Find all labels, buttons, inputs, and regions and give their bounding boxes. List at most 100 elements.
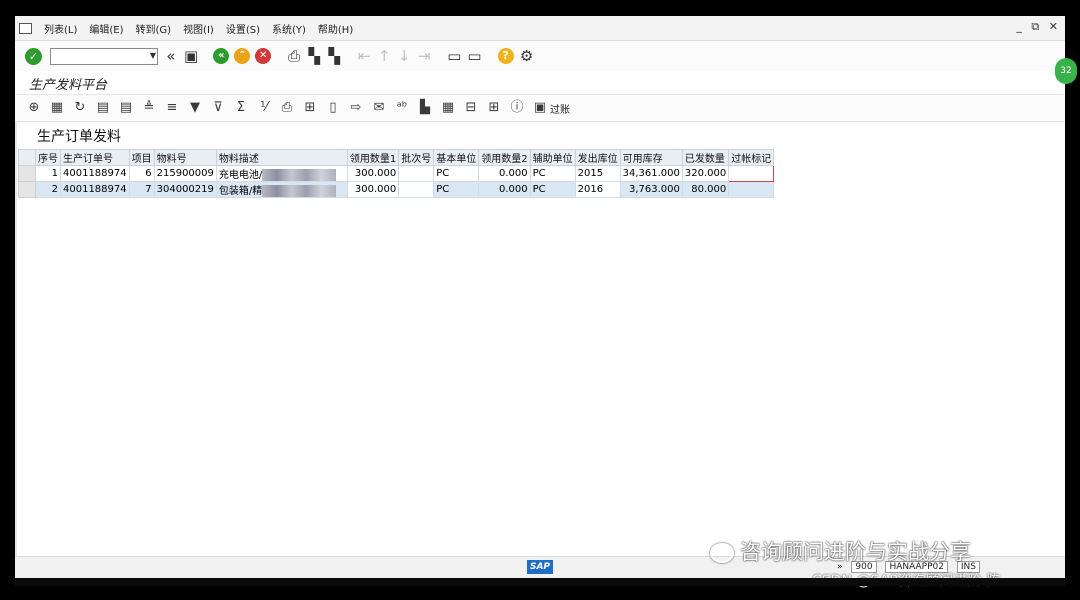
col-header[interactable]: 物料号	[153, 149, 217, 166]
cell-batch-input[interactable]	[398, 181, 435, 198]
local-file-icon[interactable]: ⇨	[349, 99, 363, 117]
refresh-icon[interactable]: ↻	[73, 99, 87, 117]
col-header[interactable]: 领用数量1	[346, 149, 400, 166]
enter-icon[interactable]: ✓	[25, 47, 42, 65]
graphic-icon[interactable]: ▙	[418, 99, 432, 117]
col-header[interactable]: 过帐标记	[728, 149, 775, 166]
cell-desc: 充电电池/	[215, 165, 348, 182]
standard-toolbar: ✓ ▼ « ▣ « ⌃ ✕ ⎙ ▚ ▚ ⇤ ↑ ↓ ⇥ ▭ ▭ ? ⚙	[15, 41, 1065, 71]
sort-ascending-icon[interactable]: ≜	[142, 99, 156, 117]
details-icon[interactable]: ⊕	[27, 99, 41, 117]
command-dropdown-icon[interactable]: ▼	[150, 50, 156, 62]
command-field[interactable]: ▼	[50, 47, 158, 65]
sort-descending-icon[interactable]: ≡	[165, 99, 179, 117]
next-page-icon: ↓	[397, 47, 411, 65]
col-header[interactable]: 物料描述	[215, 149, 348, 166]
table-row[interactable]: 2 4001188974 7 304000219 包装箱/精 300.000 P…	[18, 181, 775, 198]
system-menu-icon[interactable]	[19, 22, 32, 34]
find-next-icon[interactable]: ▚	[327, 47, 341, 65]
row-selector[interactable]	[18, 165, 36, 182]
back-double-icon[interactable]: «	[164, 47, 178, 65]
list-title: 生产订单发料	[37, 129, 121, 145]
window-controls[interactable]: _ ⧉ ✕	[1016, 20, 1061, 34]
col-header[interactable]: 项目	[128, 149, 155, 166]
menu-bar: 列表(L) 编辑(E) 转到(G) 视图(I) 设置(S) 系统(Y) 帮助(H…	[15, 16, 1065, 41]
col-header[interactable]: 已发数量	[681, 149, 730, 166]
col-header[interactable]: 批次号	[398, 149, 435, 166]
new-session-icon[interactable]: ▭	[447, 47, 461, 65]
shortcut-icon[interactable]: ▭	[467, 47, 481, 65]
sum-icon[interactable]: Σ	[234, 99, 248, 117]
cell-qty2: 0.000	[478, 165, 531, 182]
menu-goto[interactable]: 转到(G)	[136, 21, 172, 36]
cell-post-mark[interactable]	[728, 181, 775, 198]
last-page-icon: ⇥	[417, 47, 431, 65]
print-preview-icon[interactable]: ⎙	[280, 99, 294, 117]
save-layout-icon[interactable]: ⊞	[487, 99, 501, 117]
select-layout-icon[interactable]: ⊟	[464, 99, 478, 117]
save-icon[interactable]: ▣	[184, 47, 198, 65]
cell-order: 4001188974	[60, 181, 130, 198]
col-header[interactable]: 领用数量2	[478, 149, 531, 166]
col-header[interactable]: 辅助单位	[529, 149, 576, 166]
prev-page-icon: ↑	[377, 47, 391, 65]
select-all-icon[interactable]: ▤	[96, 99, 110, 117]
menu-view[interactable]: 视图(I)	[183, 21, 214, 36]
col-header[interactable]: 序号	[35, 149, 61, 166]
mail-icon[interactable]: ✉	[372, 99, 386, 117]
cell-desc: 包装箱/精	[215, 181, 348, 198]
notification-badge[interactable]: 32	[1055, 58, 1077, 84]
word-processing-icon[interactable]: ▯	[326, 99, 340, 117]
col-header[interactable]: 基本单位	[433, 149, 480, 166]
menu-system[interactable]: 系统(Y)	[272, 21, 306, 36]
filter-delete-icon[interactable]: ⊽	[211, 99, 225, 117]
row-selector[interactable]	[18, 181, 36, 198]
cell-seq: 1	[35, 165, 61, 182]
info-icon[interactable]: ⓘ	[510, 99, 524, 117]
col-header[interactable]: 发出库位	[574, 149, 621, 166]
print-icon[interactable]: ⎙	[287, 47, 301, 65]
taskbar	[15, 578, 1065, 586]
cell-qty1-input[interactable]: 300.000	[346, 165, 400, 182]
cell-storage-input[interactable]: 2015	[574, 165, 621, 182]
sap-logo: SAP	[527, 560, 553, 574]
help-icon[interactable]: ?	[497, 48, 514, 64]
back-icon[interactable]: «	[213, 48, 230, 64]
deselect-all-icon[interactable]: ▤	[119, 99, 133, 117]
redacted-text	[262, 185, 337, 197]
find-icon[interactable]: ▚	[307, 47, 321, 65]
col-header[interactable]: 可用库存	[619, 149, 683, 166]
menu-help[interactable]: 帮助(H)	[318, 21, 353, 36]
filter-icon[interactable]: ▼	[188, 99, 202, 117]
cell-item: 6	[128, 165, 155, 182]
settings-icon[interactable]: ⚙	[520, 47, 534, 65]
cancel-icon[interactable]: ✕	[255, 48, 272, 64]
menu-settings[interactable]: 设置(S)	[226, 21, 260, 36]
cell-issued: 320.000	[681, 165, 730, 182]
watermark: 咨询顾问进阶与实战分享	[710, 536, 971, 566]
first-page-icon: ⇤	[357, 47, 371, 65]
table-row[interactable]: 1 4001188974 6 215900009 充电电池/ 300.000 P…	[18, 165, 775, 182]
post-button-label[interactable]: 过账	[550, 101, 570, 116]
cell-qty1-input[interactable]: 300.000	[346, 181, 400, 198]
exit-icon[interactable]: ⌃	[234, 48, 251, 64]
left-edge	[15, 122, 17, 562]
subtotal-icon[interactable]: ⅟	[257, 99, 271, 117]
col-header[interactable]: 生产订单号	[60, 149, 130, 166]
change-layout-icon[interactable]: ▦	[441, 99, 455, 117]
post-icon[interactable]: ▣	[533, 99, 547, 117]
select-all-cell[interactable]	[18, 149, 36, 166]
cell-material: 215900009	[153, 165, 217, 182]
menu-list[interactable]: 列表(L)	[44, 21, 77, 36]
menu-edit[interactable]: 编辑(E)	[89, 21, 123, 36]
export-excel-icon[interactable]: ⊞	[303, 99, 317, 117]
cell-storage-input[interactable]: 2016	[574, 181, 621, 198]
cell-base-unit: PC	[433, 165, 480, 182]
wechat-icon	[710, 543, 734, 563]
cell-post-mark-input[interactable]	[728, 165, 775, 182]
layout-icon[interactable]: ▦	[50, 99, 64, 117]
cell-batch-input[interactable]	[398, 165, 435, 182]
cell-order: 4001188974	[60, 165, 130, 182]
abc-analysis-icon[interactable]: ᵃᵇ	[395, 99, 409, 117]
cell-base-unit: PC	[433, 181, 480, 198]
